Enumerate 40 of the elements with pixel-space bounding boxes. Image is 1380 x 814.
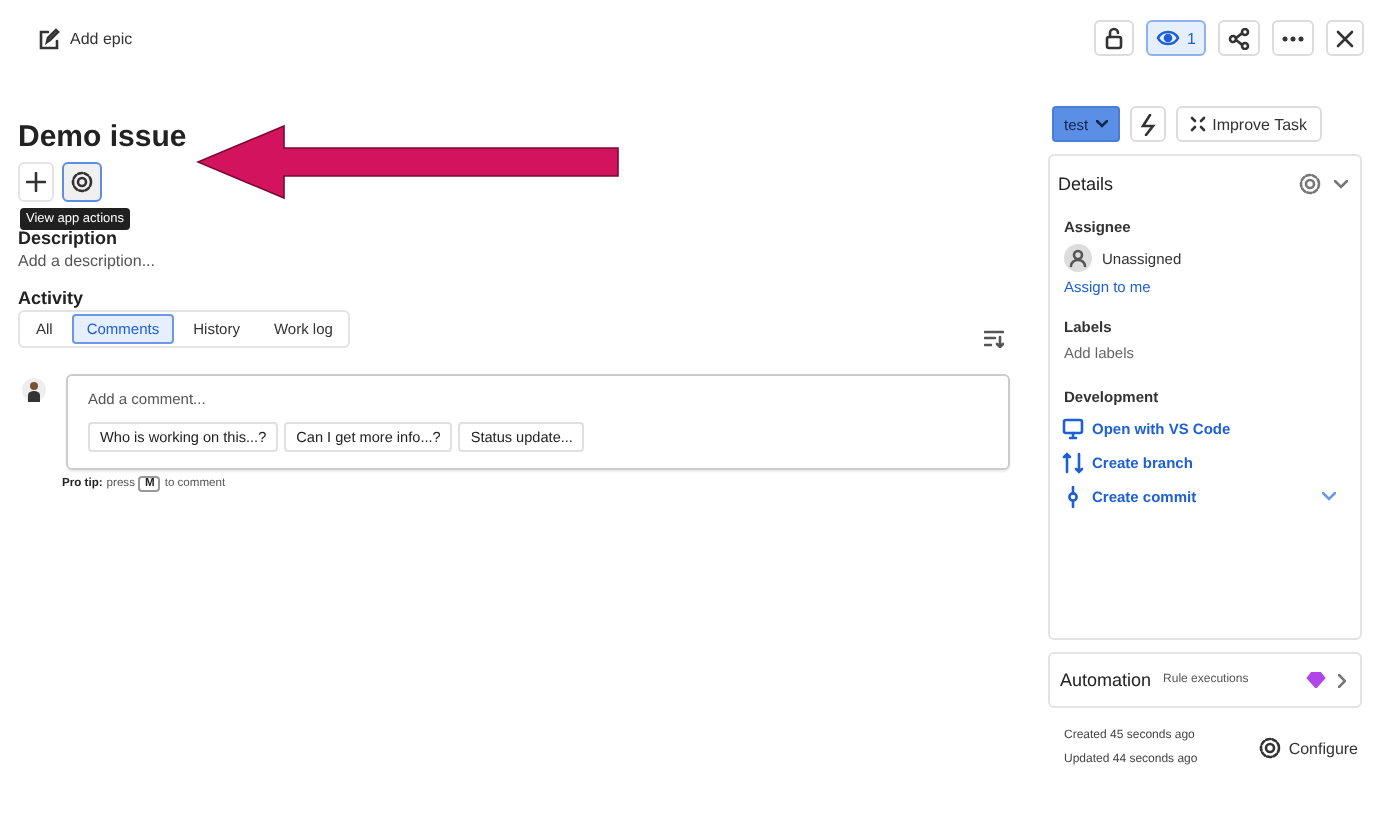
watch-button[interactable]: 1 <box>1145 20 1206 56</box>
configure-button[interactable]: Configure <box>1258 736 1358 760</box>
more-button[interactable] <box>1272 20 1314 56</box>
eye-icon <box>1155 28 1180 48</box>
app-actions-button[interactable] <box>62 162 102 202</box>
commit-icon <box>1062 486 1084 508</box>
sparkle-icon <box>1190 116 1207 132</box>
add-button[interactable] <box>18 162 54 202</box>
share-button[interactable] <box>1218 20 1260 56</box>
bolt-icon <box>1140 113 1157 135</box>
description-field[interactable]: Add a description... <box>18 252 155 270</box>
lock-icon <box>1103 26 1124 50</box>
chevron-down-icon <box>1322 492 1336 502</box>
branch-icon <box>1062 452 1084 474</box>
avatar-icon <box>22 378 46 402</box>
share-icon <box>1228 27 1250 49</box>
user-icon <box>1064 244 1092 272</box>
panel-title: Automation <box>1060 670 1152 690</box>
close-button[interactable] <box>1326 20 1364 56</box>
monitor-icon <box>1062 418 1084 440</box>
add-epic-button[interactable]: Add epic <box>38 27 133 49</box>
chevron-down-icon <box>1096 120 1109 128</box>
close-icon <box>1336 29 1354 47</box>
edit-icon <box>38 27 60 49</box>
improve-task-button[interactable]: Improve Task <box>1176 106 1322 142</box>
lock-button[interactable] <box>1093 20 1134 56</box>
settings-icon <box>1298 172 1322 196</box>
section-heading: Activity <box>18 288 86 308</box>
gem-icon <box>1306 672 1326 688</box>
sort-icon <box>984 330 1004 348</box>
bolt-button[interactable] <box>1130 106 1167 142</box>
chevron-down-icon <box>1334 179 1348 189</box>
plus-icon <box>26 172 46 192</box>
more-icon <box>1282 35 1304 41</box>
chevron-right-icon <box>1338 673 1346 687</box>
section-heading: Description <box>18 228 118 250</box>
settings-icon <box>70 170 94 194</box>
settings-icon <box>1258 736 1283 760</box>
issue-title: Demo issue <box>18 120 187 156</box>
panel-title: Details <box>1058 174 1116 194</box>
